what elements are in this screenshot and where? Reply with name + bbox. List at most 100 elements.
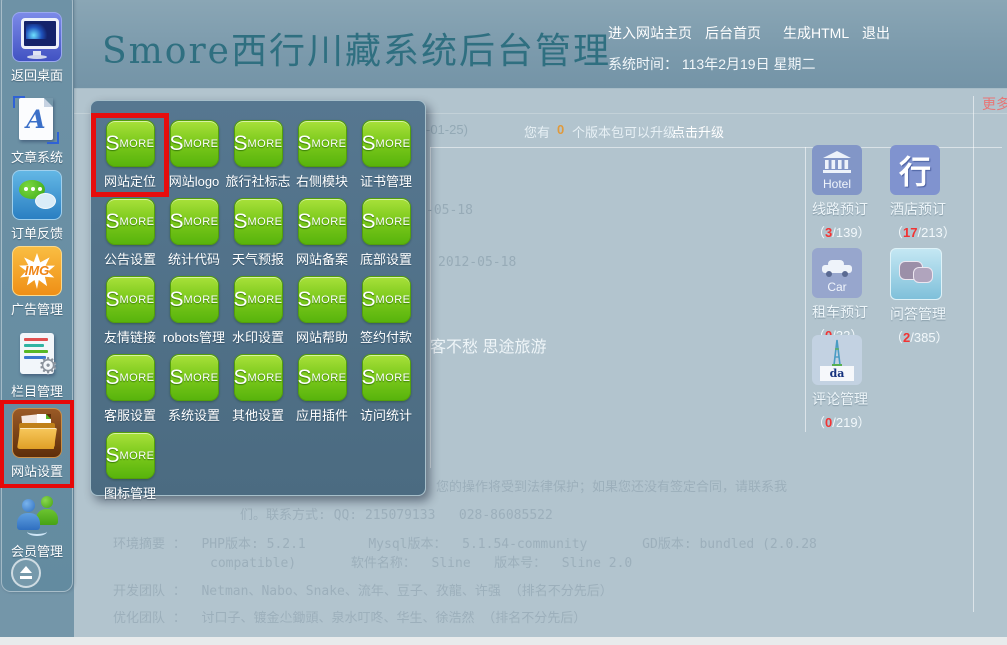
popup-item-site-positioning[interactable]: SMORE 网站定位 (98, 120, 162, 190)
car-icon-label: Car (812, 280, 862, 294)
smore-app-icon: SMORE (362, 198, 411, 245)
smore-app-icon: SMORE (234, 276, 283, 323)
collapse-sidebar-button[interactable] (11, 558, 41, 588)
popup-item-robots[interactable]: SMORE robots管理 (162, 276, 226, 346)
popup-item-visit-stats[interactable]: SMORE 访问统计 (354, 354, 418, 424)
smore-app-icon: SMORE (298, 198, 347, 245)
popup-item-watermark[interactable]: SMORE 水印设置 (226, 276, 290, 346)
smore-app-icon: SMORE (170, 120, 219, 167)
popup-item-icon-management[interactable]: SMORE 图标管理 (98, 432, 162, 502)
module-comment-management[interactable]: da 评论管理 （0/219） (812, 335, 876, 431)
sidebar-item-members[interactable]: 会员管理 (0, 490, 74, 560)
module-count: （0/219） (812, 412, 876, 431)
popup-item-label: 友情链接 (104, 327, 156, 346)
popup-item-label: 证书管理 (360, 171, 412, 190)
popup-item-other-settings[interactable]: SMORE 其他设置 (226, 354, 290, 424)
car-icon[interactable]: Car (812, 248, 862, 298)
divider (430, 147, 431, 468)
module-car-rental[interactable]: Car 租车预订 （0/32） (812, 248, 876, 344)
sidebar-item-site-settings[interactable]: 网站设置 (0, 408, 74, 480)
system-time-value: 113年2月19日 星期二 (682, 56, 816, 72)
divider (805, 147, 806, 432)
popup-item-agency-mark[interactable]: SMORE 旅行社标志 (226, 120, 290, 190)
popup-item-friend-links[interactable]: SMORE 友情链接 (98, 276, 162, 346)
sidebar-item-ads[interactable]: IMG 广告管理 (0, 246, 74, 318)
nav-logout[interactable]: 退出 (862, 23, 890, 43)
hotel-icon-label: Hotel (812, 177, 862, 191)
qa-chat-icon[interactable] (890, 248, 942, 300)
date-fragment: -01-25) (426, 122, 468, 137)
popup-item-system-settings[interactable]: SMORE 系统设置 (162, 354, 226, 424)
sidebar-item-desktop[interactable]: 返回桌面 (0, 12, 74, 84)
popup-item-right-module[interactable]: SMORE 右侧模块 (290, 120, 354, 190)
module-qa-management[interactable]: 问答管理 （2/385） (890, 248, 954, 346)
smore-app-icon: SMORE (170, 276, 219, 323)
popup-item-label: 客服设置 (104, 405, 156, 424)
count-total: /219） (832, 415, 870, 430)
smore-app-icon: SMORE (170, 198, 219, 245)
popup-item-label: 网站备案 (296, 249, 348, 268)
module-count: （3/139） (812, 222, 876, 241)
smore-app-icon: SMORE (106, 354, 155, 401)
module-hotel-booking[interactable]: 行 酒店预订 （17/213） (890, 145, 954, 241)
popup-item-label: 旅行社标志 (226, 171, 291, 190)
popup-item-label: 应用插件 (296, 405, 348, 424)
popup-item-weather[interactable]: SMORE 天气预报 (226, 198, 290, 268)
monitor-screen (21, 18, 59, 49)
hotel-icon[interactable]: Hotel (812, 145, 862, 195)
dev-team-line: 开发团队 ： Netman、Nabo、Snake、流年、豆子、孜龍、许强 （排名… (113, 580, 613, 599)
sidebar-item-label: 订单反馈 (0, 223, 74, 242)
page-title: Smore西行川藏系统后台管理 (102, 22, 611, 74)
smore-app-icon: SMORE (170, 354, 219, 401)
article-icon-letter: A (19, 105, 53, 134)
popup-item-label: 签约付款 (360, 327, 412, 346)
smore-app-icon: SMORE (234, 354, 283, 401)
popup-item-customer-service[interactable]: SMORE 客服设置 (98, 354, 162, 424)
upgrade-count: 0 (557, 122, 564, 137)
nav-generate-html[interactable]: 生成HTML (783, 23, 849, 43)
popup-item-label: 统计代码 (168, 249, 220, 268)
count-open: （ (812, 415, 825, 430)
chat-bubble (35, 193, 56, 209)
sidebar-item-label: 栏目管理 (0, 381, 74, 400)
smore-app-icon: SMORE (234, 120, 283, 167)
ad-icon: IMG (12, 246, 62, 296)
sidebar-item-label: 广告管理 (0, 299, 74, 318)
sidebar-item-columns[interactable]: ⚙ 栏目管理 (0, 330, 74, 400)
popup-item-contract-payment[interactable]: SMORE 签约付款 (354, 276, 418, 346)
popup-item-analytics-code[interactable]: SMORE 统计代码 (162, 198, 226, 268)
system-time-label: 系统时间： (608, 56, 678, 72)
popup-item-site-help[interactable]: SMORE 网站帮助 (290, 276, 354, 346)
xing-icon[interactable]: 行 (890, 145, 940, 195)
popup-item-announcements[interactable]: SMORE 公告设置 (98, 198, 162, 268)
popup-item-label: 其他设置 (232, 405, 284, 424)
popup-item-icp-record[interactable]: SMORE 网站备案 (290, 198, 354, 268)
popup-item-label: 右侧模块 (296, 171, 348, 190)
popup-item-label: 图标管理 (104, 483, 156, 502)
feedback-icon (12, 170, 62, 220)
more-link[interactable]: 更多 (982, 94, 1007, 114)
popup-item-label: 网站定位 (104, 171, 156, 190)
popup-item-site-logo[interactable]: SMORE 网站logo (162, 120, 226, 190)
upgrade-link[interactable]: 点击升级 (672, 122, 724, 141)
module-route-booking[interactable]: Hotel 线路预订 （3/139） (812, 145, 876, 241)
popup-item-label: 访问统计 (360, 405, 412, 424)
sidebar-item-articles[interactable]: A 文章系统 (0, 96, 74, 166)
sidebar-item-label: 会员管理 (0, 541, 74, 560)
module-label: 租车预订 (812, 302, 876, 322)
popup-item-certificates[interactable]: SMORE 证书管理 (354, 120, 418, 190)
count-total: /213） (917, 225, 955, 240)
sidebar-item-order-feedback[interactable]: 订单反馈 (0, 170, 74, 242)
nav-site-home[interactable]: 进入网站主页 (608, 23, 692, 43)
popup-item-footer-settings[interactable]: SMORE 底部设置 (354, 198, 418, 268)
sidebar-item-label: 文章系统 (0, 147, 74, 166)
smore-app-icon: SMORE (362, 276, 411, 323)
page-glyph: ⚙ (20, 333, 54, 374)
da-tower-icon[interactable]: da (812, 335, 862, 385)
popup-item-plugins[interactable]: SMORE 应用插件 (290, 354, 354, 424)
count-open: （ (812, 225, 825, 240)
upgrade-text-pre: 您有 (524, 122, 550, 141)
site-settings-popup: SMORE 网站定位 SMORE 网站logo SMORE 旅行社标志 SMOR… (90, 100, 426, 496)
eject-icon (20, 566, 32, 573)
nav-admin-home[interactable]: 后台首页 (705, 23, 761, 43)
